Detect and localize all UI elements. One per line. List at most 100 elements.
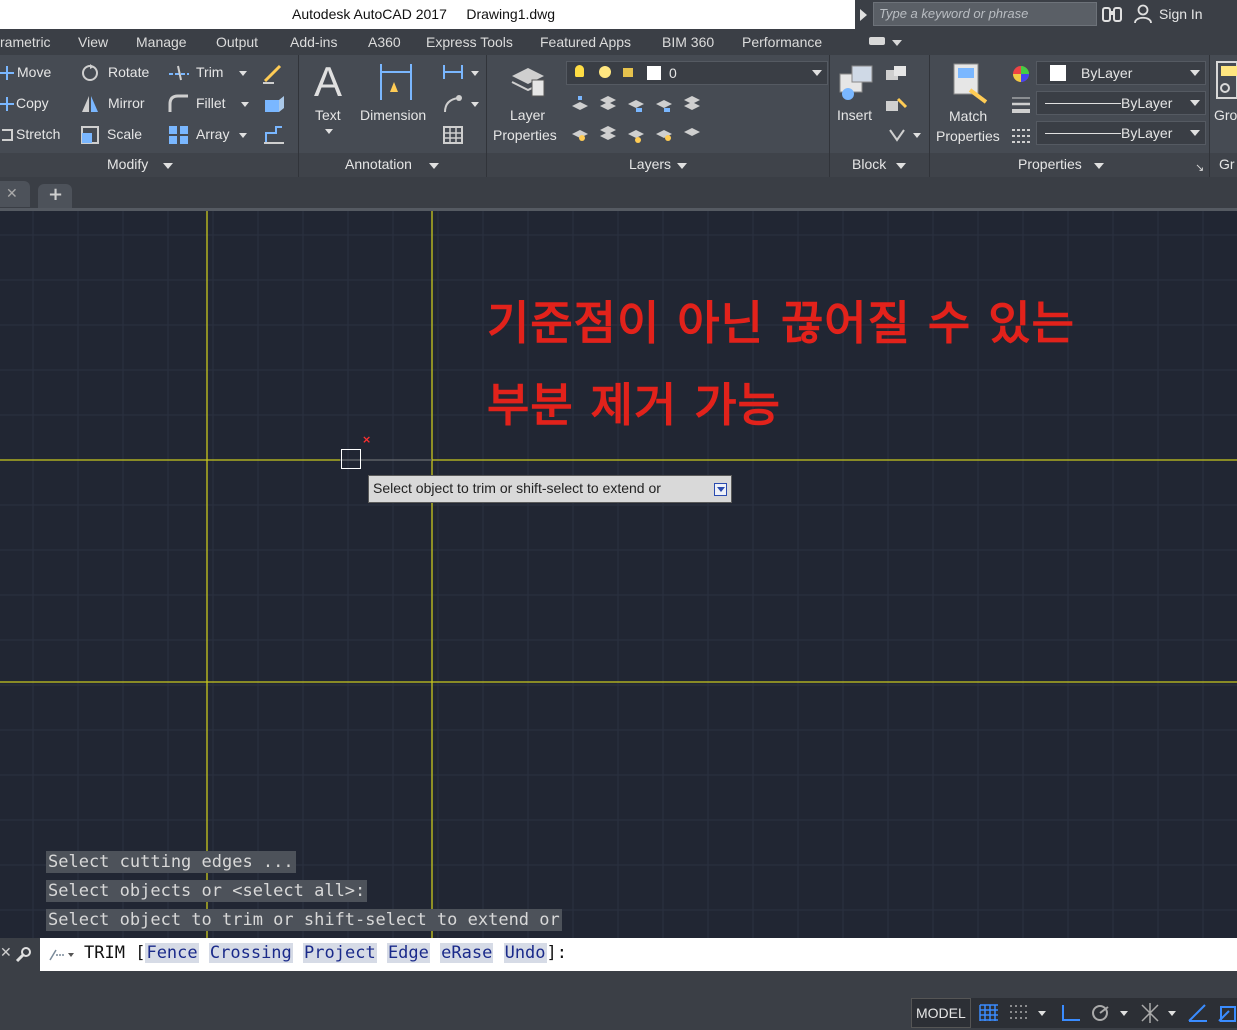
binoculars-icon[interactable] (1101, 5, 1123, 23)
isodraft-dropdown-arrow-icon[interactable] (1168, 1011, 1176, 1016)
expand-arrow-icon[interactable] (860, 9, 867, 21)
array-icon[interactable] (168, 125, 190, 145)
color-wheel-icon[interactable] (1011, 64, 1031, 84)
move-icon[interactable] (0, 64, 14, 82)
rotate-icon[interactable] (80, 63, 100, 83)
array-button[interactable]: Array (196, 126, 229, 142)
mirror-icon[interactable] (80, 94, 100, 114)
lineweight-dropdown[interactable]: ByLayer (1036, 91, 1206, 115)
fillet-icon[interactable] (168, 94, 190, 114)
dimension-button[interactable]: Dimension (360, 107, 426, 123)
scale-button[interactable]: Scale (107, 126, 142, 142)
lineweight-icon[interactable] (1011, 95, 1031, 115)
command-option[interactable]: Project (303, 943, 377, 963)
group-button-label[interactable]: Gro (1214, 107, 1237, 123)
tab-add-ins[interactable]: Add-ins (290, 34, 337, 50)
annotation-panel-expand-icon[interactable] (429, 163, 439, 169)
layer-dropdown[interactable]: 0 (566, 61, 828, 85)
explode-icon[interactable] (262, 94, 286, 114)
leader-dropdown-arrow-icon[interactable] (471, 102, 479, 107)
color-dropdown[interactable]: ByLayer (1036, 61, 1206, 85)
trim-dropdown-arrow-icon[interactable] (239, 71, 247, 76)
snap-dropdown-arrow-icon[interactable] (1038, 1011, 1046, 1016)
ribbon-minimize-icon[interactable] (869, 37, 885, 45)
properties-panel-expand-icon[interactable] (1094, 163, 1104, 169)
linetype-icon[interactable] (1011, 126, 1031, 146)
match-properties-label-1[interactable]: Match (949, 108, 987, 124)
ortho-mode-icon[interactable] (1060, 1003, 1082, 1023)
block-attribute-icon[interactable] (888, 126, 906, 144)
linear-dropdown-arrow-icon[interactable] (471, 71, 479, 76)
annotation-panel-title[interactable]: Annotation (345, 156, 412, 172)
modify-panel-expand-icon[interactable] (163, 163, 173, 169)
search-box[interactable] (873, 2, 1097, 26)
modify-panel-title[interactable]: Modify (107, 156, 148, 172)
insert-button[interactable]: Insert (837, 107, 872, 123)
close-tab-icon[interactable]: ✕ (6, 186, 18, 202)
trim-icon[interactable] (168, 64, 190, 82)
rotate-button[interactable]: Rotate (108, 64, 149, 80)
table-icon[interactable] (442, 125, 464, 145)
properties-panel-title[interactable]: Properties (1018, 156, 1082, 172)
mirror-button[interactable]: Mirror (108, 95, 145, 111)
polar-dropdown-arrow-icon[interactable] (1120, 1011, 1128, 1016)
stretch-icon[interactable] (0, 126, 14, 144)
search-input[interactable] (874, 3, 1084, 24)
ribbon-options-arrow-icon[interactable] (892, 40, 902, 46)
fillet-dropdown-arrow-icon[interactable] (241, 102, 249, 107)
insert-icon[interactable] (836, 62, 876, 102)
snap-mode-icon[interactable] (1008, 1003, 1030, 1023)
wrench-icon[interactable] (14, 946, 32, 964)
command-prompt[interactable]: TRIM [Fence Crossing Project Edge eRase … (84, 943, 567, 963)
tab-manage[interactable]: Manage (136, 34, 187, 50)
layer-tools-icons[interactable] (570, 94, 715, 146)
command-recent-icon[interactable] (48, 948, 76, 962)
linear-dimension-icon[interactable] (442, 63, 464, 81)
copy-button[interactable]: Copy (16, 95, 49, 111)
move-button[interactable]: Move (17, 64, 51, 80)
fillet-button[interactable]: Fillet (196, 95, 226, 111)
close-command-line-icon[interactable]: ✕ (0, 945, 12, 961)
text-button[interactable]: Text (315, 107, 341, 123)
layer-properties-icon[interactable] (508, 60, 548, 100)
groups-panel-title[interactable]: Gr (1219, 156, 1235, 172)
tab-bim-360[interactable]: BIM 360 (662, 34, 714, 50)
model-space-label[interactable]: MODEL (916, 1005, 966, 1021)
block-panel-title[interactable]: Block (852, 156, 886, 172)
properties-dialog-launcher-icon[interactable]: ↘ (1195, 161, 1204, 174)
leader-icon[interactable] (442, 94, 464, 114)
text-dropdown-arrow-icon[interactable] (325, 129, 333, 134)
offset-icon[interactable] (262, 125, 286, 145)
command-line[interactable]: ✕ TRIM [Fence Crossing Project Edge eRas… (0, 938, 1237, 971)
layer-properties-label-2[interactable]: Properties (493, 127, 557, 143)
block-attribute-dropdown-arrow-icon[interactable] (913, 133, 921, 138)
command-option[interactable]: eRase (440, 943, 494, 963)
command-option[interactable]: Undo (503, 943, 547, 963)
scale-icon[interactable] (80, 125, 100, 145)
grid-display-icon[interactable] (978, 1003, 1000, 1023)
layer-properties-label-1[interactable]: Layer (510, 107, 545, 123)
dimension-icon[interactable] (378, 62, 414, 102)
tab-output[interactable]: Output (216, 34, 258, 50)
object-snap-tracking-icon[interactable] (1187, 1003, 1209, 1023)
tab-view[interactable]: View (78, 34, 108, 50)
user-icon[interactable] (1133, 4, 1153, 24)
match-properties-label-2[interactable]: Properties (936, 128, 1000, 144)
create-block-icon[interactable] (884, 64, 908, 82)
tooltip-options-icon[interactable] (714, 483, 727, 496)
text-icon[interactable]: A (312, 60, 348, 102)
match-properties-icon[interactable] (950, 62, 990, 106)
erase-icon[interactable] (262, 62, 286, 84)
array-dropdown-arrow-icon[interactable] (239, 133, 247, 138)
layers-panel-title[interactable]: Layers (629, 156, 671, 172)
group-icon[interactable] (1215, 60, 1237, 100)
edit-block-icon[interactable] (884, 95, 908, 113)
command-option[interactable]: Fence (145, 943, 199, 963)
tab-express-tools[interactable]: Express Tools (426, 34, 513, 50)
sign-in-link[interactable]: Sign In (1159, 6, 1203, 22)
object-snap-icon[interactable] (1217, 1003, 1237, 1023)
tab-a360[interactable]: A360 (368, 34, 401, 50)
tab-parametric[interactable]: rametric (0, 34, 51, 50)
isodraft-icon[interactable] (1138, 1001, 1162, 1025)
layers-panel-expand-icon[interactable] (677, 163, 687, 169)
